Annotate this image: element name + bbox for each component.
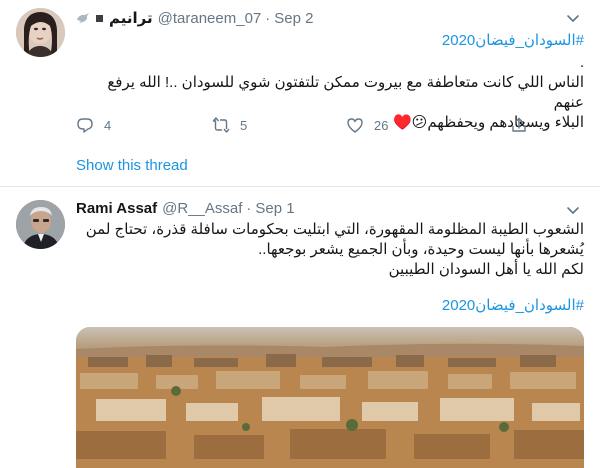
separator-dot: · bbox=[246, 199, 252, 217]
tweet-actions: 4 5 26 bbox=[76, 116, 528, 138]
reply-icon bbox=[77, 118, 93, 133]
square-icon bbox=[96, 14, 103, 22]
tweet-text-line: يُشعرها بأنها ليست وحيدة، وبأن الجميع يش… bbox=[258, 241, 584, 258]
user-handle[interactable]: @taraneem_07 bbox=[158, 10, 262, 27]
chevron-down-icon[interactable] bbox=[564, 9, 582, 27]
tweet-date[interactable]: Sep 2 bbox=[274, 10, 313, 27]
tweet-text: الشعوب الطيبة المظلومة المقهورة، التي اب… bbox=[74, 220, 584, 280]
retweet-button[interactable]: 5 bbox=[212, 116, 247, 134]
retweet-count: 5 bbox=[240, 117, 248, 133]
tweet-text-line: . bbox=[579, 54, 584, 71]
tweet-taraneem[interactable]: ترانيم @taraneem_07 · Sep 2 #السودان_فيض… bbox=[0, 0, 600, 186]
tweet-text-line: الشعوب الطيبة المظلومة المقهورة، التي اب… bbox=[85, 221, 584, 238]
dove-icon bbox=[77, 13, 89, 23]
tweet-rami-assaf[interactable]: Rami Assaf @R__Assaf · Sep 1 الشعوب الطي… bbox=[0, 187, 600, 468]
reply-count: 4 bbox=[104, 117, 112, 133]
like-count: 26 bbox=[374, 117, 389, 133]
tweet-header: ترانيم @taraneem_07 · Sep 2 bbox=[76, 8, 313, 28]
tweet-text-line: الناس اللي كانت متعاطفة مع بيروت ممكن تل… bbox=[107, 74, 584, 111]
reply-button[interactable]: 4 bbox=[76, 116, 111, 134]
separator-dot: · bbox=[265, 9, 271, 27]
hashtag-link[interactable]: #السودان_فيضان2020 bbox=[84, 296, 584, 316]
display-name[interactable]: ترانيم bbox=[109, 9, 153, 27]
like-icon bbox=[347, 118, 363, 133]
display-name[interactable]: Rami Assaf bbox=[76, 200, 157, 217]
like-button[interactable]: 26 bbox=[346, 116, 388, 134]
share-icon bbox=[512, 117, 526, 132]
user-handle[interactable]: @R__Assaf bbox=[162, 200, 242, 217]
show-thread-link[interactable]: Show this thread bbox=[76, 157, 188, 174]
avatar-rami-assaf[interactable] bbox=[16, 200, 65, 249]
tweet-date[interactable]: Sep 1 bbox=[255, 200, 294, 217]
retweet-icon bbox=[212, 117, 230, 133]
share-button[interactable] bbox=[510, 116, 528, 134]
chevron-down-icon[interactable] bbox=[564, 201, 582, 219]
tweet-text-line: لكم الله يا أهل السودان الطيبين bbox=[388, 261, 584, 278]
hashtag-link[interactable]: #السودان_فيضان2020 bbox=[84, 31, 584, 51]
flood-photo[interactable] bbox=[76, 327, 584, 468]
avatar-taraneem[interactable] bbox=[16, 8, 65, 57]
tweet-header: Rami Assaf @R__Assaf · Sep 1 bbox=[76, 198, 295, 218]
